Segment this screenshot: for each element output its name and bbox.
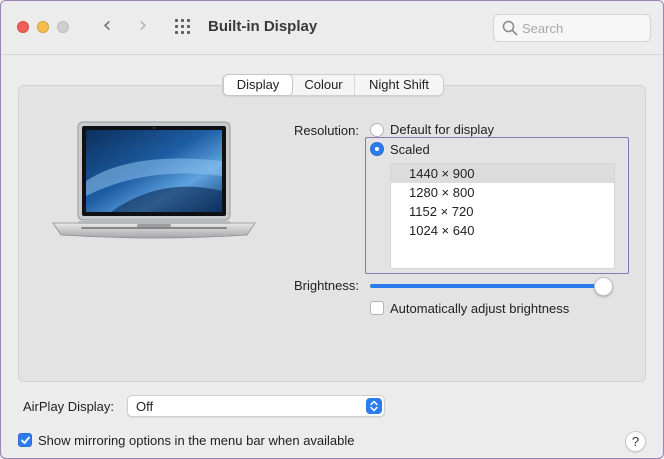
- mirroring-options-label[interactable]: Show mirroring options in the menu bar w…: [38, 433, 355, 448]
- brightness-slider-thumb[interactable]: [593, 277, 613, 296]
- show-all-grid-icon[interactable]: [175, 19, 192, 36]
- auto-brightness-label[interactable]: Automatically adjust brightness: [390, 301, 569, 316]
- popup-chevron-icon: [366, 398, 382, 414]
- resolution-option[interactable]: 1024 × 640: [391, 221, 614, 240]
- scaled-label[interactable]: Scaled: [390, 142, 430, 157]
- radio-scaled[interactable]: [370, 142, 384, 156]
- resolution-option[interactable]: 1152 × 720: [391, 202, 614, 221]
- default-for-display-label[interactable]: Default for display: [390, 122, 494, 137]
- brightness-slider[interactable]: [370, 284, 606, 288]
- tab-colour[interactable]: Colour: [293, 75, 355, 95]
- resolution-label: Resolution:: [293, 123, 359, 138]
- search-input[interactable]: [522, 19, 644, 37]
- airplay-display-label: AirPlay Display:: [23, 399, 115, 414]
- minimize-window-button[interactable]: [37, 21, 49, 33]
- tab-night-shift[interactable]: Night Shift: [355, 75, 443, 95]
- back-button[interactable]: ‹: [97, 15, 117, 38]
- search-field[interactable]: [493, 14, 651, 42]
- tab-display[interactable]: Display: [223, 74, 293, 96]
- checkmark-icon: [21, 436, 30, 444]
- mirroring-options-checkbox[interactable]: [18, 433, 32, 447]
- window-title: Built-in Display: [208, 18, 318, 35]
- close-window-button[interactable]: [17, 21, 29, 33]
- auto-brightness-checkbox[interactable]: [370, 301, 384, 315]
- resolution-option[interactable]: 1280 × 800: [391, 183, 614, 202]
- radio-default-for-display[interactable]: [370, 123, 384, 137]
- title-bar: ‹ › Built-in Display: [1, 1, 663, 55]
- resolution-option[interactable]: 1440 × 900: [391, 164, 614, 183]
- zoom-window-button[interactable]: [57, 21, 69, 33]
- laptop-illustration: [52, 121, 256, 239]
- airplay-display-select[interactable]: Off: [127, 395, 385, 417]
- brightness-label: Brightness:: [293, 278, 359, 293]
- tab-bar: Display Colour Night Shift: [222, 74, 444, 96]
- airplay-display-value: Off: [136, 399, 154, 414]
- system-preferences-window: ‹ › Built-in Display Display Colour Nigh…: [0, 0, 664, 459]
- search-icon: [502, 20, 518, 36]
- scaled-resolution-list[interactable]: 1440 × 900 1280 × 800 1152 × 720 1024 × …: [390, 163, 615, 269]
- help-button[interactable]: ?: [625, 431, 646, 452]
- brightness-slider-fill: [370, 284, 604, 288]
- forward-button[interactable]: ›: [133, 15, 153, 38]
